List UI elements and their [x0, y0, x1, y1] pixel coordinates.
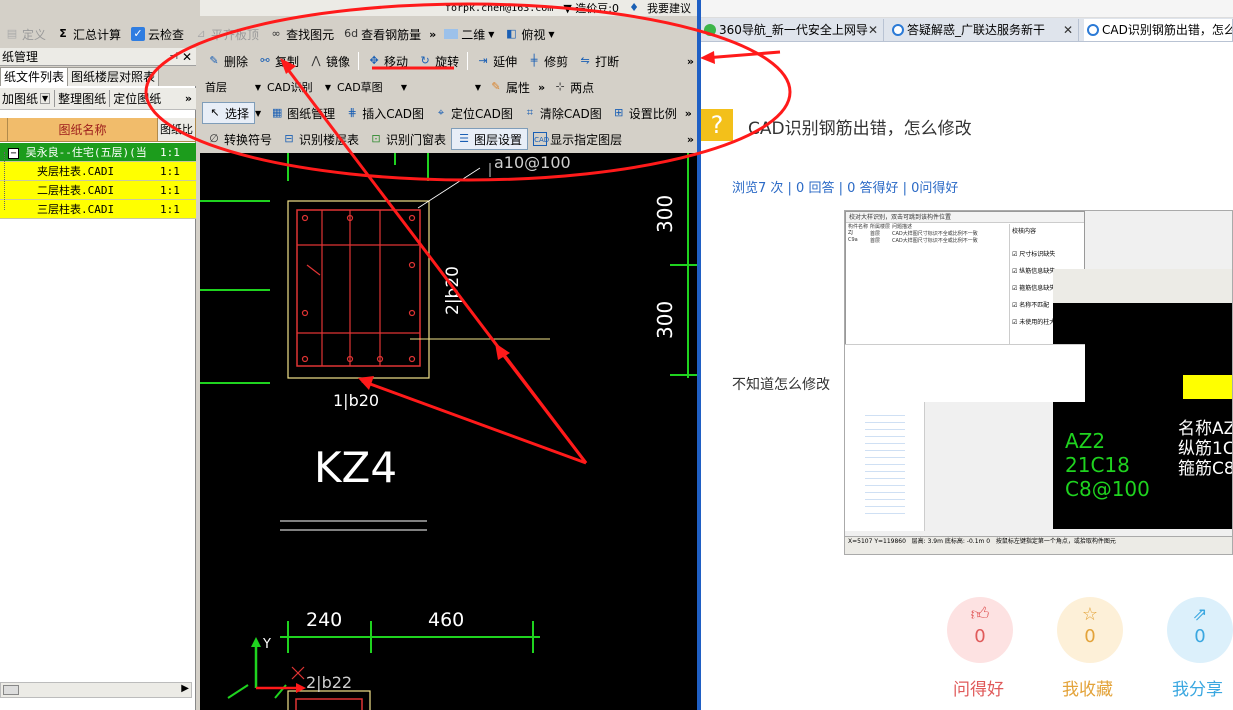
annotation-arrowhead — [280, 58, 296, 74]
screen: forpk.chen@163.com ▼ 造价豆:0 ♦ 我要建议 ▤ 定义 Σ汇… — [0, 0, 1233, 710]
red-annotation-overlay — [144, 2, 792, 465]
annotation-arrow-line — [704, 50, 781, 60]
annotation-arrow-line — [361, 379, 587, 465]
annotation-ellipse — [144, 2, 792, 182]
annotation-arrowhead — [700, 51, 715, 64]
